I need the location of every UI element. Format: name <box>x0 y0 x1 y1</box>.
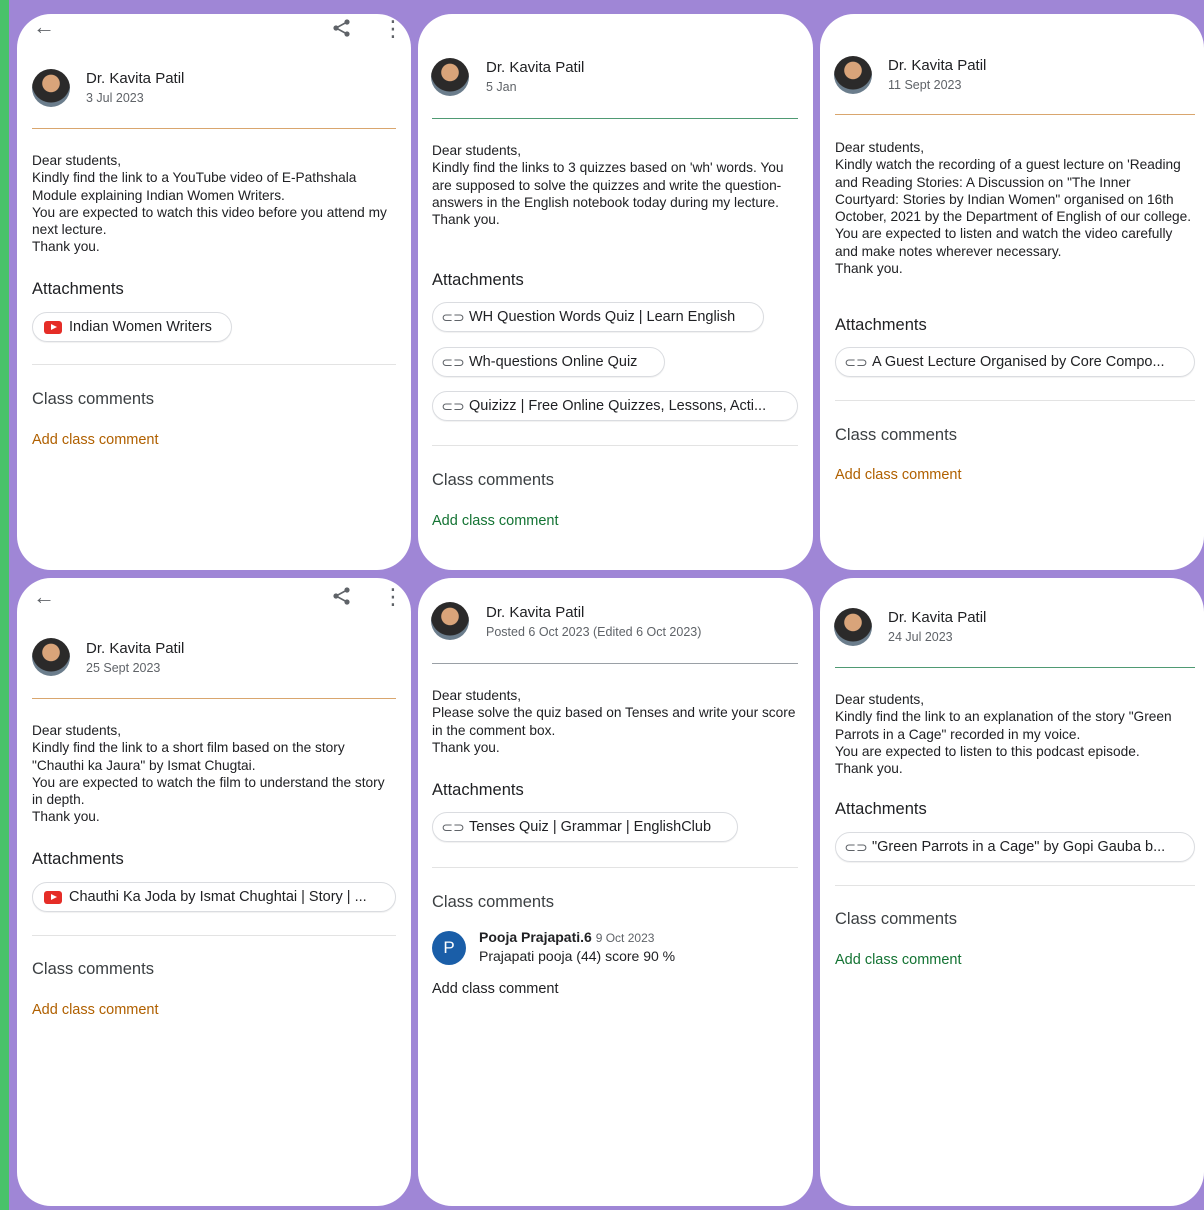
add-class-comment-link[interactable]: Add class comment <box>432 513 559 529</box>
add-class-comment-link[interactable]: Add class comment <box>32 1002 159 1018</box>
back-arrow-icon[interactable]: ← <box>33 586 55 608</box>
add-class-comment-link[interactable]: Add class comment <box>835 467 962 483</box>
attachment-chip[interactable]: Indian Women Writers <box>32 312 232 342</box>
attachments-heading: Attachments <box>32 850 124 868</box>
add-class-comment-link[interactable]: Add class comment <box>32 432 159 448</box>
author-name: Dr. Kavita Patil <box>486 604 585 621</box>
avatar <box>32 638 70 676</box>
link-icon: ⊂⊃ <box>844 838 868 855</box>
post-date: 25 Sept 2023 <box>86 661 161 675</box>
section-divider <box>835 400 1195 401</box>
avatar <box>834 608 872 646</box>
attachment-chip[interactable]: ⊂⊃ A Guest Lecture Organised by Core Com… <box>835 347 1195 377</box>
post-card-3: Dr. Kavita Patil 11 Sept 2023 Dear stude… <box>820 14 1204 570</box>
share-icon[interactable] <box>332 18 352 38</box>
header-divider <box>432 118 798 119</box>
class-comments-heading: Class comments <box>32 960 154 978</box>
more-options-icon[interactable]: ⋮ <box>382 18 404 40</box>
author-name: Dr. Kavita Patil <box>888 57 987 74</box>
class-comments-heading: Class comments <box>835 910 957 928</box>
commenter-avatar: P <box>432 931 466 965</box>
youtube-icon <box>43 890 63 904</box>
attachment-chip[interactable]: ⊂⊃ WH Question Words Quiz | Learn Englis… <box>432 302 764 332</box>
attachment-chip[interactable]: Chauthi Ka Joda by Ismat Chughtai | Stor… <box>32 882 396 912</box>
avatar <box>834 56 872 94</box>
section-divider <box>32 364 396 365</box>
post-body: Dear students, Kindly find the link to a… <box>835 692 1172 777</box>
avatar <box>431 602 469 640</box>
comment-text: Prajapati pooja (44) score 90 % <box>479 948 676 964</box>
link-icon: ⊂⊃ <box>441 308 465 325</box>
attachment-chip[interactable]: ⊂⊃ Quizizz | Free Online Quizzes, Lesson… <box>432 391 798 421</box>
add-class-comment-link[interactable]: Add class comment <box>835 952 962 968</box>
commenter-name: Pooja Prajapati.6 <box>479 929 592 945</box>
attachment-chip[interactable]: ⊂⊃ Tenses Quiz | Grammar | EnglishClub <box>432 812 738 842</box>
link-icon: ⊂⊃ <box>441 818 465 835</box>
post-body: Dear students, Kindly watch the recordin… <box>835 140 1192 277</box>
post-card-5: Dr. Kavita Patil Posted 6 Oct 2023 (Edit… <box>418 578 813 1206</box>
post-card-1: ← ⋮ Dr. Kavita Patil 3 Jul 2023 Dear stu… <box>17 14 411 570</box>
section-divider <box>835 885 1195 886</box>
header-divider <box>835 114 1195 115</box>
author-name: Dr. Kavita Patil <box>86 70 185 87</box>
add-class-comment-link[interactable]: Add class comment <box>432 981 559 997</box>
link-icon: ⊂⊃ <box>441 353 465 370</box>
back-arrow-icon[interactable]: ← <box>33 16 55 38</box>
post-card-4: ← ⋮ Dr. Kavita Patil 25 Sept 2023 Dear s… <box>17 578 411 1206</box>
left-edge-bar <box>0 0 9 1210</box>
youtube-icon <box>43 320 63 334</box>
header-divider <box>32 698 396 699</box>
attachment-chip[interactable]: ⊂⊃ "Green Parrots in a Cage" by Gopi Gau… <box>835 832 1195 862</box>
avatar <box>32 69 70 107</box>
attachment-chip[interactable]: ⊂⊃ Wh-questions Online Quiz <box>432 347 665 377</box>
more-options-icon[interactable]: ⋮ <box>382 586 404 608</box>
post-date: 3 Jul 2023 <box>86 91 144 105</box>
post-date: 11 Sept 2023 <box>888 78 962 92</box>
header-divider <box>835 667 1195 668</box>
link-icon: ⊂⊃ <box>844 353 868 370</box>
section-divider <box>32 935 396 936</box>
author-name: Dr. Kavita Patil <box>888 609 987 626</box>
comment-time: 9 Oct 2023 <box>595 931 655 945</box>
post-date: Posted 6 Oct 2023 (Edited 6 Oct 2023) <box>486 625 702 639</box>
post-date: 5 Jan <box>486 80 517 94</box>
attachments-heading: Attachments <box>835 316 927 334</box>
class-comments-heading: Class comments <box>32 390 154 408</box>
link-icon: ⊂⊃ <box>441 397 465 414</box>
class-comments-heading: Class comments <box>432 893 554 911</box>
post-body: Dear students, Kindly find the link to a… <box>32 153 387 255</box>
attachments-heading: Attachments <box>835 800 927 818</box>
post-body: Dear students, Kindly find the links to … <box>432 143 784 228</box>
share-icon[interactable] <box>332 586 352 606</box>
header-divider <box>432 663 798 664</box>
avatar <box>431 58 469 96</box>
post-body: Dear students, Please solve the quiz bas… <box>432 688 796 755</box>
post-card-6: Dr. Kavita Patil 24 Jul 2023 Dear studen… <box>820 578 1204 1206</box>
class-comments-heading: Class comments <box>835 426 957 444</box>
section-divider <box>432 445 798 446</box>
author-name: Dr. Kavita Patil <box>86 640 185 657</box>
author-name: Dr. Kavita Patil <box>486 59 585 76</box>
header-divider <box>32 128 396 129</box>
post-date: 24 Jul 2023 <box>888 630 953 644</box>
attachments-heading: Attachments <box>432 271 524 289</box>
comment-header: Pooja Prajapati.6 9 Oct 2023 <box>479 929 654 945</box>
attachments-heading: Attachments <box>432 781 524 799</box>
section-divider <box>432 867 798 868</box>
class-comments-heading: Class comments <box>432 471 554 489</box>
post-card-2: Dr. Kavita Patil 5 Jan Dear students, Ki… <box>418 14 813 570</box>
post-body: Dear students, Kindly find the link to a… <box>32 723 385 825</box>
attachments-heading: Attachments <box>32 280 124 298</box>
